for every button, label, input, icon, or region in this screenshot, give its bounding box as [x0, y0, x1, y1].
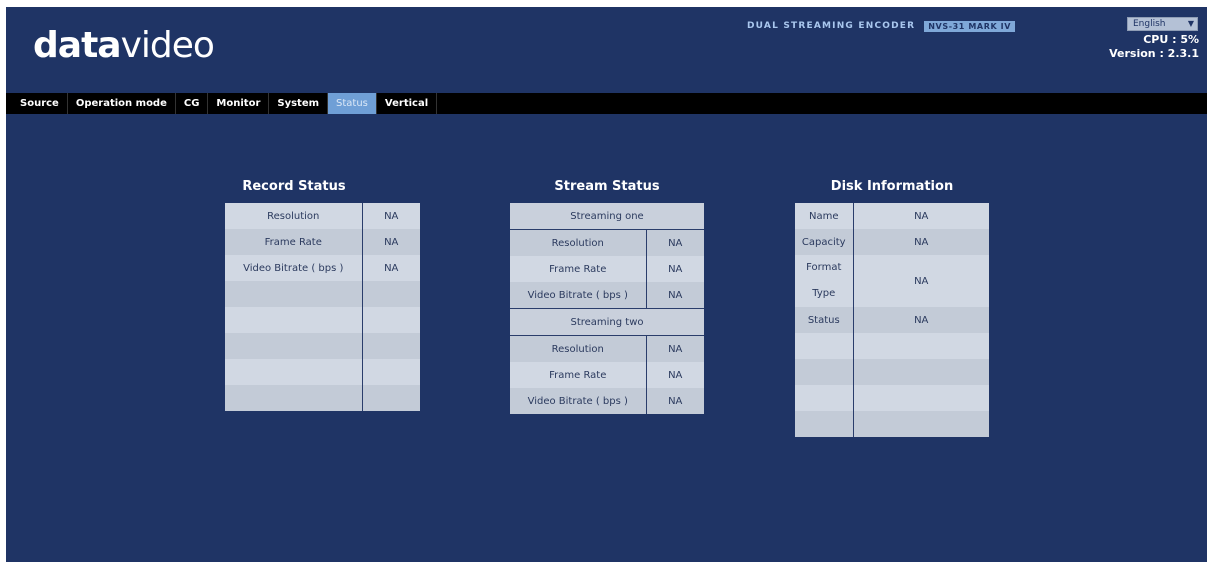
record-bitrate-value: NA — [362, 255, 420, 281]
datavideo-logo: datavideo — [33, 25, 215, 66]
system-info: CPU : 5% Version : 2.3.1 — [1109, 33, 1199, 61]
disk-information-title: Disk Information — [830, 179, 954, 194]
stream1-framerate-label: Frame Rate — [510, 256, 647, 282]
empty-row — [795, 359, 989, 385]
streaming-two-heading-row: Streaming two — [510, 308, 704, 336]
table-row: Video Bitrate ( bps ) NA — [510, 282, 704, 309]
empty-row — [795, 385, 989, 411]
app-window: datavideo DUAL STREAMING ENCODER NVS-31 … — [6, 7, 1207, 562]
language-value: English — [1133, 19, 1166, 29]
stream2-framerate-value: NA — [646, 362, 704, 388]
table-row: Resolution NA — [510, 335, 704, 362]
nav-tabs: Source Operation mode CG Monitor System … — [6, 93, 1207, 114]
tab-source[interactable]: Source — [6, 93, 68, 114]
nav-bar: Source Operation mode CG Monitor System … — [6, 93, 1207, 114]
disk-capacity-label: Capacity — [795, 229, 854, 255]
record-resolution-value: NA — [362, 203, 420, 229]
table-row: Status NA — [795, 307, 989, 333]
stream2-framerate-label: Frame Rate — [510, 362, 647, 388]
stream1-bitrate-label: Video Bitrate ( bps ) — [510, 282, 647, 309]
disk-format-label: Format — [806, 262, 842, 273]
empty-row — [225, 359, 420, 385]
record-framerate-label: Frame Rate — [225, 229, 363, 255]
tab-monitor[interactable]: Monitor — [208, 93, 270, 114]
table-row: Frame Rate NA — [225, 229, 420, 255]
disk-status-value: NA — [853, 307, 989, 333]
stream1-resolution-label: Resolution — [510, 229, 647, 256]
tab-system[interactable]: System — [269, 93, 329, 114]
tab-status[interactable]: Status — [328, 93, 377, 114]
stream-status-table: Streaming one Resolution NA Frame Rate N… — [510, 203, 704, 414]
table-row: Video Bitrate ( bps ) NA — [510, 388, 704, 414]
record-framerate-value: NA — [362, 229, 420, 255]
streaming-one-heading-row: Streaming one — [510, 203, 704, 230]
stream1-resolution-value: NA — [646, 229, 704, 256]
disk-information-table: Name NA Capacity NA Format Type NA Statu… — [795, 203, 989, 437]
disk-capacity-value: NA — [853, 229, 989, 255]
tab-vertical[interactable]: Vertical — [377, 93, 438, 114]
table-row: Video Bitrate ( bps ) NA — [225, 255, 420, 281]
table-row: Frame Rate NA — [510, 362, 704, 388]
disk-format-value: NA — [853, 255, 989, 307]
logo-text-bold: data — [33, 25, 122, 66]
streaming-two-heading: Streaming two — [510, 308, 704, 336]
stream2-bitrate-label: Video Bitrate ( bps ) — [510, 388, 647, 414]
table-row: Resolution NA — [510, 229, 704, 256]
tab-operation-mode[interactable]: Operation mode — [68, 93, 176, 114]
empty-row — [225, 385, 420, 411]
chevron-down-icon: ▼ — [1187, 19, 1194, 28]
table-row: Name NA — [795, 203, 989, 229]
tab-cg[interactable]: CG — [176, 93, 209, 114]
stream2-resolution-value: NA — [646, 335, 704, 362]
table-row: Frame Rate NA — [510, 256, 704, 282]
product-title: DUAL STREAMING ENCODER NVS-31 MARK IV — [747, 19, 1016, 33]
cpu-usage: CPU : 5% — [1143, 33, 1199, 46]
disk-name-label: Name — [795, 203, 854, 229]
stream1-bitrate-value: NA — [646, 282, 704, 309]
empty-row — [225, 333, 420, 359]
disk-status-label: Status — [795, 307, 854, 333]
empty-row — [795, 333, 989, 359]
disk-type-label: Type — [812, 288, 836, 299]
record-bitrate-label: Video Bitrate ( bps ) — [225, 255, 363, 281]
table-row: Format Type NA — [795, 255, 989, 307]
streaming-one-heading: Streaming one — [510, 203, 704, 230]
model-badge: NVS-31 MARK IV — [924, 20, 1016, 32]
disk-format-type-cell: Format Type — [795, 255, 854, 307]
disk-name-value: NA — [853, 203, 989, 229]
stream-status-title: Stream Status — [554, 179, 660, 194]
empty-row — [225, 307, 420, 333]
stream1-framerate-value: NA — [646, 256, 704, 282]
language-select[interactable]: English ▼ — [1127, 17, 1198, 31]
table-row: Resolution NA — [225, 203, 420, 229]
stream2-bitrate-value: NA — [646, 388, 704, 414]
empty-row — [795, 411, 989, 437]
empty-row — [225, 281, 420, 307]
record-status-title: Record Status — [242, 179, 346, 194]
product-name: DUAL STREAMING ENCODER — [747, 21, 916, 31]
table-row: Capacity NA — [795, 229, 989, 255]
stream2-resolution-label: Resolution — [510, 335, 647, 362]
record-resolution-label: Resolution — [225, 203, 363, 229]
logo-text-thin: video — [120, 25, 215, 66]
version-text: Version : 2.3.1 — [1109, 47, 1199, 60]
record-status-table: Resolution NA Frame Rate NA Video Bitrat… — [225, 203, 420, 411]
